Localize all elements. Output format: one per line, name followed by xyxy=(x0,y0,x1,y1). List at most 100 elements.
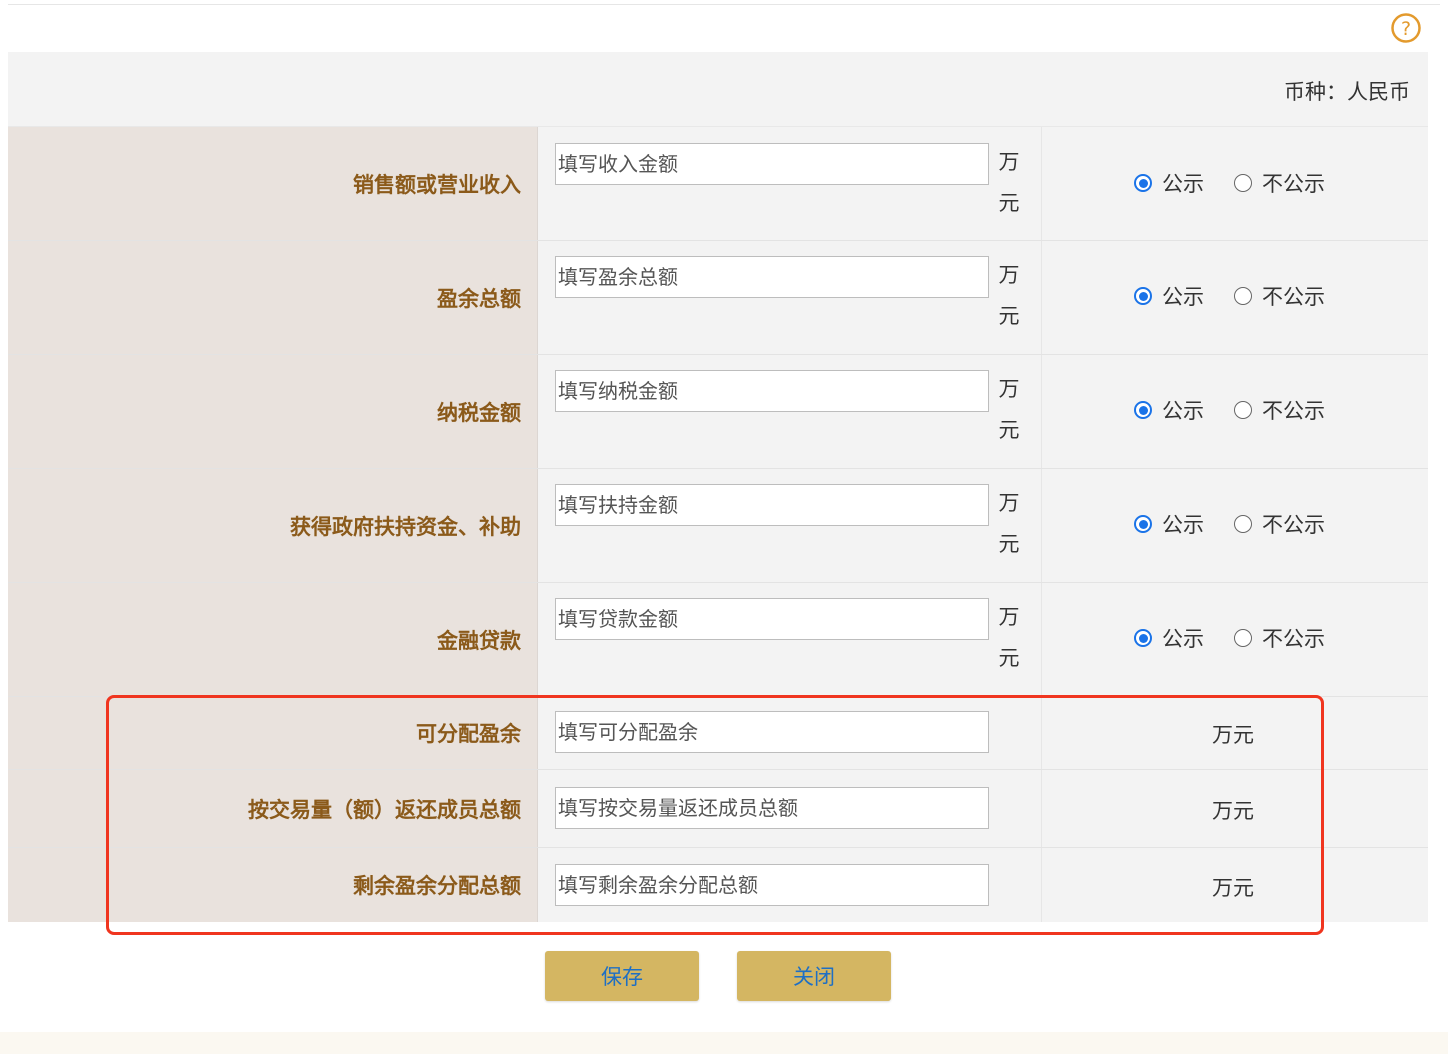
form-row-remaining-surplus: 剩余盈余分配总额 万元 xyxy=(8,848,1428,922)
unit-wan: 万 xyxy=(998,605,1020,629)
radio-label: 不公示 xyxy=(1262,627,1325,651)
row-label: 盈余总额 xyxy=(437,286,521,311)
radio-publish[interactable]: 公示 xyxy=(1134,168,1204,198)
row-label-cell: 获得政府扶持资金、补助 xyxy=(8,469,538,582)
unit-wanyuan: 万元 xyxy=(1212,876,1254,900)
tax-input[interactable] xyxy=(555,370,989,412)
finance-form: 币种：人民币 销售额或营业收入 万 元 公示 不公示 盈余总额 万 元 公示 不… xyxy=(8,52,1428,922)
radio-indicator[interactable] xyxy=(1234,401,1252,419)
input-cell: 万 元 xyxy=(539,355,1042,468)
publish-cell: 公示 不公示 xyxy=(1042,355,1428,468)
row-label: 按交易量（额）返还成员总额 xyxy=(248,797,521,822)
row-label: 销售额或营业收入 xyxy=(353,172,521,197)
radio-publish[interactable]: 公示 xyxy=(1134,623,1204,653)
radio-indicator[interactable] xyxy=(1234,515,1252,533)
close-button[interactable]: 关闭 xyxy=(737,951,891,1001)
publish-cell: 公示 不公示 xyxy=(1042,469,1428,582)
publish-radio-group: 公示 不公示 xyxy=(1134,509,1355,539)
radio-publish[interactable]: 公示 xyxy=(1134,509,1204,539)
row-label-cell: 销售额或营业收入 xyxy=(8,127,538,240)
unit-wan: 万 xyxy=(998,150,1020,174)
radio-label: 公示 xyxy=(1162,399,1204,423)
row-label-cell: 金融贷款 xyxy=(8,583,538,696)
sales-input[interactable] xyxy=(555,143,989,185)
radio-selected-indicator[interactable] xyxy=(1134,287,1152,305)
unit-wan: 万 xyxy=(998,491,1020,515)
row-label: 金融贷款 xyxy=(437,628,521,653)
unit-cell: 万元 xyxy=(1042,770,1428,847)
member-return-input[interactable] xyxy=(555,787,989,829)
publish-radio-group: 公示 不公示 xyxy=(1134,168,1355,198)
unit-wanyuan: 万元 xyxy=(1212,723,1254,747)
publish-cell: 公示 不公示 xyxy=(1042,241,1428,354)
unit-wan: 万 xyxy=(998,377,1020,401)
radio-private[interactable]: 不公示 xyxy=(1234,281,1325,311)
unit-yuan: 元 xyxy=(998,304,1020,328)
page-footer-strip xyxy=(0,1032,1448,1054)
radio-indicator[interactable] xyxy=(1234,174,1252,192)
form-row-tax: 纳税金额 万 元 公示 不公示 xyxy=(8,355,1428,469)
radio-indicator[interactable] xyxy=(1234,629,1252,647)
radio-indicator[interactable] xyxy=(1234,287,1252,305)
form-row-sales: 销售额或营业收入 万 元 公示 不公示 xyxy=(8,127,1428,241)
loan-input[interactable] xyxy=(555,598,989,640)
row-label-cell: 可分配盈余 xyxy=(8,697,538,769)
radio-selected-indicator[interactable] xyxy=(1134,401,1152,419)
row-label: 可分配盈余 xyxy=(416,722,521,746)
radio-selected-indicator[interactable] xyxy=(1134,515,1152,533)
radio-private[interactable]: 不公示 xyxy=(1234,168,1325,198)
unit-cell: 万元 xyxy=(1042,848,1428,922)
remaining-surplus-input[interactable] xyxy=(555,864,989,906)
unit-wanyuan: 万元 xyxy=(1212,799,1254,823)
publish-radio-group: 公示 不公示 xyxy=(1134,623,1355,653)
radio-label: 公示 xyxy=(1162,513,1204,537)
distributable-surplus-input[interactable] xyxy=(555,711,989,753)
row-label: 剩余盈余分配总额 xyxy=(353,874,521,898)
input-cell xyxy=(539,770,1042,847)
publish-cell: 公示 不公示 xyxy=(1042,127,1428,240)
input-cell: 万 元 xyxy=(539,469,1042,582)
unit-wan: 万 xyxy=(998,263,1020,287)
svg-text:?: ? xyxy=(1401,18,1411,40)
input-cell: 万 元 xyxy=(539,241,1042,354)
input-cell xyxy=(539,697,1042,769)
save-button[interactable]: 保存 xyxy=(545,951,699,1001)
unit-yuan: 元 xyxy=(998,191,1020,215)
radio-label: 公示 xyxy=(1162,627,1204,651)
radio-publish[interactable]: 公示 xyxy=(1134,395,1204,425)
unit-cell: 万元 xyxy=(1042,697,1428,769)
form-row-subsidy: 获得政府扶持资金、补助 万 元 公示 不公示 xyxy=(8,469,1428,583)
surplus-input[interactable] xyxy=(555,256,989,298)
unit-yuan: 元 xyxy=(998,532,1020,556)
radio-selected-indicator[interactable] xyxy=(1134,629,1152,647)
radio-private[interactable]: 不公示 xyxy=(1234,509,1325,539)
currency-row: 币种：人民币 xyxy=(8,52,1428,127)
input-cell: 万 元 xyxy=(539,583,1042,696)
row-label-cell: 盈余总额 xyxy=(8,241,538,354)
radio-private[interactable]: 不公示 xyxy=(1234,623,1325,653)
radio-private[interactable]: 不公示 xyxy=(1234,395,1325,425)
radio-publish[interactable]: 公示 xyxy=(1134,281,1204,311)
radio-label: 不公示 xyxy=(1262,513,1325,537)
radio-label: 不公示 xyxy=(1262,172,1325,196)
radio-label: 不公示 xyxy=(1262,399,1325,423)
row-label: 纳税金额 xyxy=(437,400,521,425)
row-label-cell: 剩余盈余分配总额 xyxy=(8,848,538,922)
row-label-cell: 按交易量（额）返还成员总额 xyxy=(8,770,538,847)
currency-label: 币种：人民币 xyxy=(1284,80,1410,104)
top-divider xyxy=(8,4,1440,5)
unit-yuan: 元 xyxy=(998,646,1020,670)
form-row-loan: 金融贷款 万 元 公示 不公示 xyxy=(8,583,1428,697)
form-row-distributable-surplus: 可分配盈余 万元 xyxy=(8,697,1428,770)
unit-yuan: 元 xyxy=(998,418,1020,442)
publish-radio-group: 公示 不公示 xyxy=(1134,281,1355,311)
form-row-surplus: 盈余总额 万 元 公示 不公示 xyxy=(8,241,1428,355)
form-row-member-return: 按交易量（额）返还成员总额 万元 xyxy=(8,770,1428,848)
row-label-cell: 纳税金额 xyxy=(8,355,538,468)
radio-selected-indicator[interactable] xyxy=(1134,174,1152,192)
publish-cell: 公示 不公示 xyxy=(1042,583,1428,696)
radio-label: 公示 xyxy=(1162,172,1204,196)
subsidy-input[interactable] xyxy=(555,484,989,526)
input-cell xyxy=(539,848,1042,922)
help-icon[interactable]: ? xyxy=(1390,12,1422,44)
